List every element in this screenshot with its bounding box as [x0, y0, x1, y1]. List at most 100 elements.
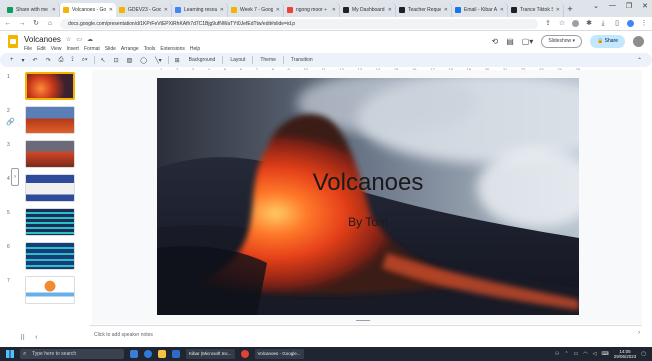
- tab-search-icon[interactable]: ⌄: [593, 2, 599, 10]
- browser-tab[interactable]: GDEV23 - Google✕: [116, 3, 172, 17]
- browser-tab[interactable]: Teacher Requests✕: [396, 3, 452, 17]
- extension-icon[interactable]: [572, 20, 579, 27]
- back-icon[interactable]: ←: [4, 19, 12, 29]
- new-tab-button[interactable]: +: [564, 3, 576, 17]
- grid-view-icon[interactable]: ⠿: [20, 334, 25, 342]
- browser-tab[interactable]: My Dashboard ✕: [340, 3, 396, 17]
- taskbar-search[interactable]: ⌕ Type here to search: [20, 349, 124, 359]
- browser-tab[interactable]: Week 7 - Google✕: [228, 3, 284, 17]
- slides-logo-icon[interactable]: [8, 35, 18, 48]
- history-icon[interactable]: ⟲: [491, 37, 498, 46]
- taskbar-app-chrome[interactable]: Volcanoes - Google...: [254, 349, 304, 359]
- menu-tools[interactable]: Tools: [144, 46, 156, 52]
- people-icon[interactable]: ⚇: [555, 351, 559, 357]
- slide-thumbnail[interactable]: [25, 72, 75, 100]
- slide-thumbnail-row[interactable]: 7: [0, 276, 82, 306]
- comment-add-icon[interactable]: ⊞: [173, 57, 182, 64]
- browser-tab[interactable]: ngong moor ÷ ✕: [284, 3, 340, 17]
- battery-icon[interactable]: ▭: [574, 351, 579, 357]
- tab-close-icon[interactable]: ✕: [556, 7, 560, 13]
- download-icon[interactable]: ⤓: [599, 19, 607, 29]
- browser-tab[interactable]: Volcanoes - Goo ✕: [60, 3, 116, 17]
- tab-close-icon[interactable]: ✕: [52, 7, 56, 13]
- new-slide-icon[interactable]: +: [8, 57, 16, 63]
- collapse-filmstrip-icon[interactable]: ‹: [35, 334, 37, 342]
- menu-view[interactable]: View: [51, 46, 62, 52]
- collapse-toolbar-icon[interactable]: ⌃: [635, 57, 644, 64]
- slide-thumbnail[interactable]: [25, 106, 75, 134]
- menu-arrange[interactable]: Arrange: [121, 46, 139, 52]
- tab-close-icon[interactable]: ✕: [332, 7, 336, 13]
- menu-slide[interactable]: Slide: [105, 46, 116, 52]
- undo-icon[interactable]: ↶: [31, 57, 40, 64]
- tab-close-icon[interactable]: ✕: [109, 7, 113, 13]
- redo-icon[interactable]: ↷: [44, 57, 53, 64]
- tab-close-icon[interactable]: ✕: [276, 7, 280, 13]
- transition-button[interactable]: Transition: [288, 57, 316, 63]
- tab-close-icon[interactable]: ✕: [220, 7, 224, 13]
- system-clock[interactable]: 14:05 29/06/2023: [614, 349, 637, 359]
- slide-thumbnail-row[interactable]: 6: [0, 242, 82, 272]
- share-button[interactable]: 🔒 Share: [590, 35, 625, 48]
- url-field[interactable]: docs.google.com/presentation/d/1KPrFeVtE…: [60, 18, 538, 29]
- tab-close-icon[interactable]: ✕: [444, 7, 448, 13]
- line-icon[interactable]: ╲▾: [153, 57, 164, 64]
- document-title[interactable]: Volcanoes: [24, 35, 61, 44]
- slide-thumbnail-row[interactable]: 5: [0, 208, 82, 238]
- slideshow-button[interactable]: Slideshow ▾: [541, 35, 583, 48]
- layout-button[interactable]: Layout: [227, 57, 248, 63]
- current-slide[interactable]: Volcanoes By Tom: [157, 78, 579, 315]
- forward-icon[interactable]: →: [18, 19, 26, 29]
- share-page-icon[interactable]: ⇪: [544, 19, 552, 29]
- menu-insert[interactable]: Insert: [66, 46, 79, 52]
- file-explorer-icon[interactable]: [158, 350, 166, 358]
- language-icon[interactable]: ⌨: [602, 351, 609, 357]
- account-avatar[interactable]: [633, 36, 644, 47]
- reload-icon[interactable]: ↻: [32, 19, 40, 29]
- collapse-panel-handle[interactable]: ›: [11, 168, 19, 186]
- tab-close-icon[interactable]: ✕: [388, 7, 392, 13]
- menu-extensions[interactable]: Extensions: [160, 46, 184, 52]
- comments-icon[interactable]: ▤: [506, 37, 514, 46]
- slide-thumbnail[interactable]: [25, 208, 75, 236]
- zoom-icon[interactable]: ⌕▾: [80, 57, 90, 64]
- print-icon[interactable]: ⎙: [57, 57, 66, 64]
- slide-thumbnail-row[interactable]: 3: [0, 140, 82, 170]
- windows-start-icon[interactable]: [6, 350, 14, 358]
- chevron-up-icon[interactable]: ⌃: [564, 351, 568, 357]
- speaker-notes-pane[interactable]: Click to add speaker notes ›: [90, 325, 642, 343]
- image-icon[interactable]: ▨: [125, 57, 135, 64]
- profile-avatar[interactable]: [627, 20, 634, 27]
- notifications-icon[interactable]: ▢: [641, 351, 646, 357]
- slide-thumbnail[interactable]: [25, 242, 75, 270]
- taskbar-app-teams[interactable]: Kibar (Microsoft Inc...: [186, 349, 235, 359]
- menu-file[interactable]: File: [24, 46, 32, 52]
- slide-thumbnail[interactable]: [25, 276, 75, 304]
- browser-tab[interactable]: Learning resourc✕: [172, 3, 228, 17]
- text-box-icon[interactable]: ⊡: [112, 57, 121, 64]
- paint-format-icon[interactable]: ⟟: [69, 57, 75, 64]
- slide-thumbnail-row[interactable]: 1: [0, 72, 82, 102]
- theme-button[interactable]: Theme: [257, 57, 279, 63]
- browser-tab[interactable]: Share with me ✕: [4, 3, 60, 17]
- browser-tab[interactable]: Email - Kibar Arif✕: [452, 3, 508, 17]
- maximize-icon[interactable]: ❐: [626, 2, 632, 10]
- slide-title[interactable]: Volcanoes: [157, 169, 579, 197]
- task-view-icon[interactable]: [130, 350, 138, 358]
- side-panel-icon[interactable]: ▯: [613, 19, 621, 29]
- background-button[interactable]: Background: [186, 57, 219, 63]
- slide-thumbnail[interactable]: [25, 174, 75, 202]
- shape-icon[interactable]: ◯: [138, 57, 149, 64]
- close-window-icon[interactable]: ✕: [642, 2, 648, 10]
- dropdown-icon[interactable]: ▾: [20, 57, 27, 64]
- browser-menu-icon[interactable]: ⋮: [640, 19, 648, 29]
- minimize-icon[interactable]: —: [609, 2, 616, 10]
- bookmark-star-icon[interactable]: ☆: [558, 19, 566, 29]
- browser-tab[interactable]: Trance Tiktok Sea✕: [508, 3, 564, 17]
- menu-format[interactable]: Format: [84, 46, 100, 52]
- volume-icon[interactable]: ◁: [593, 351, 597, 357]
- slide-thumbnail[interactable]: [25, 140, 75, 168]
- outlook-icon[interactable]: [172, 350, 180, 358]
- network-icon[interactable]: ◠: [583, 351, 587, 357]
- chrome-icon[interactable]: [240, 350, 249, 358]
